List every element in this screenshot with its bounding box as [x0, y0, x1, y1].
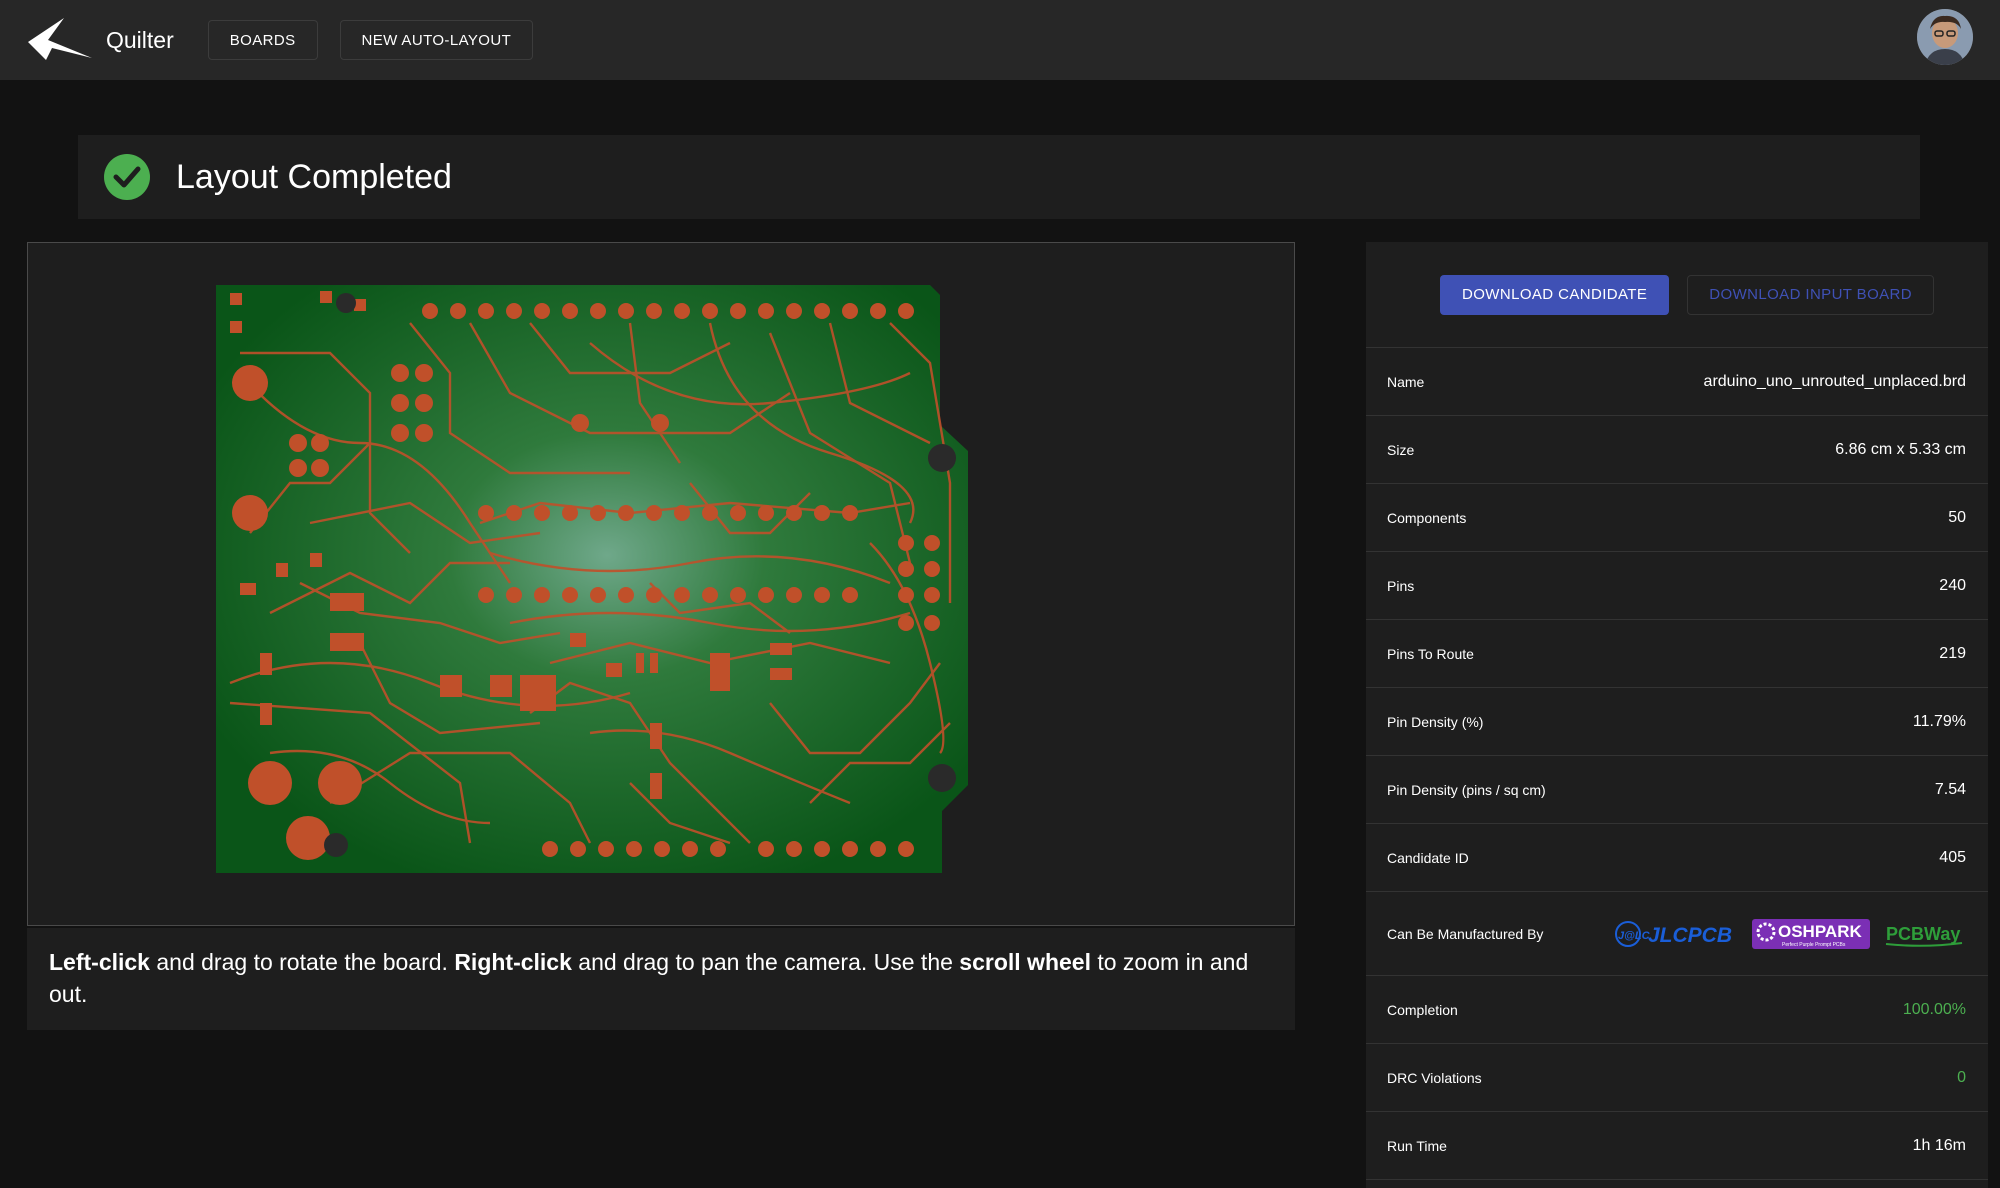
download-candidate-button[interactable]: DOWNLOAD CANDIDATE	[1439, 274, 1670, 315]
detail-label: Pin Density (pins / sq cm)	[1387, 781, 1546, 798]
check-circle-icon	[104, 154, 150, 200]
svg-text:PCBWay: PCBWay	[1886, 924, 1960, 944]
instruction-text-1: and drag to rotate the board.	[149, 949, 455, 975]
instruction-text-2: and drag to pan the camera. Use the	[571, 949, 960, 975]
oshpark-logo-icon[interactable]: OSHPARK Perfect Purple Prompt PCBs	[1752, 917, 1870, 951]
status-title: Layout Completed	[176, 157, 452, 196]
detail-row-components: Components 50	[1366, 484, 1988, 552]
detail-value: 50	[1948, 508, 1966, 526]
status-banner: Layout Completed	[78, 135, 1920, 219]
detail-label: Pins	[1387, 577, 1415, 594]
candidate-details-panel: DOWNLOAD CANDIDATE DOWNLOAD INPUT BOARD …	[1366, 242, 1988, 1188]
detail-row-candidate-id: Candidate ID 405	[1366, 824, 1988, 892]
detail-value: 240	[1939, 576, 1966, 594]
detail-label: Pin Density (%)	[1387, 713, 1484, 730]
detail-row-pin-density-area: Pin Density (pins / sq cm) 7.54	[1366, 756, 1988, 824]
instruction-right-click: Right-click	[454, 949, 572, 975]
top-app-bar: Quilter BOARDS NEW AUTO-LAYOUT	[0, 0, 2000, 80]
instruction-left-click: Left-click	[49, 949, 150, 975]
instruction-scroll-wheel: scroll wheel	[959, 949, 1091, 975]
detail-label: Size	[1387, 441, 1415, 458]
pcbway-logo-icon[interactable]: PCBWay	[1884, 919, 1966, 949]
pcb-board-render[interactable]	[210, 283, 1000, 883]
new-auto-layout-button[interactable]: NEW AUTO-LAYOUT	[339, 20, 534, 60]
jlcpcb-logo-icon[interactable]: J@LC JLCPCB	[1612, 919, 1740, 949]
board-3d-viewer[interactable]	[27, 242, 1295, 926]
detail-label: Pins To Route	[1387, 645, 1474, 662]
detail-label: Can Be Manufactured By	[1387, 925, 1544, 942]
drc-violations-value: 0	[1957, 1068, 1966, 1086]
quilter-logo-icon[interactable]	[26, 17, 94, 63]
detail-value: arduino_uno_unrouted_unplaced.brd	[1703, 372, 1966, 390]
completion-value: 100.00%	[1902, 1000, 1966, 1018]
download-actions: DOWNLOAD CANDIDATE DOWNLOAD INPUT BOARD	[1366, 242, 1988, 348]
detail-value: 6.86 cm x 5.33 cm	[1835, 440, 1966, 458]
detail-value: 11.79%	[1912, 712, 1966, 730]
detail-label: Candidate ID	[1387, 849, 1469, 866]
result-row-run-time: Run Time 1h 16m	[1366, 1112, 1988, 1180]
user-avatar[interactable]	[1917, 9, 1973, 65]
viewer-instructions: Left-click and drag to rotate the board.…	[27, 928, 1295, 1030]
svg-text:J@LC: J@LC	[1618, 930, 1651, 942]
boards-button[interactable]: BOARDS	[207, 20, 318, 60]
result-row-drc-violations: DRC Violations 0	[1366, 1044, 1988, 1112]
detail-value: 1h 16m	[1912, 1136, 1966, 1154]
manufacturer-logos: J@LC JLCPCB OSHPARK Perfect Purple Promp…	[1612, 917, 1966, 951]
detail-value: 7.54	[1934, 780, 1966, 798]
detail-label: DRC Violations	[1387, 1069, 1482, 1086]
detail-row-pin-density-percent: Pin Density (%) 11.79%	[1366, 688, 1988, 756]
detail-value: 219	[1939, 644, 1966, 662]
svg-text:Perfect Purple Prompt PCBs: Perfect Purple Prompt PCBs	[1782, 942, 1846, 948]
detail-row-size: Size 6.86 cm x 5.33 cm	[1366, 416, 1988, 484]
result-row-completion: Completion 100.00%	[1366, 976, 1988, 1044]
detail-value: 405	[1939, 848, 1966, 866]
detail-row-name: Name arduino_uno_unrouted_unplaced.brd	[1366, 348, 1988, 416]
detail-label: Name	[1387, 373, 1425, 390]
detail-label: Components	[1387, 509, 1467, 526]
brand-name[interactable]: Quilter	[106, 27, 174, 54]
svg-text:JLCPCB: JLCPCB	[1648, 924, 1732, 947]
detail-row-manufacturers: Can Be Manufactured By J@LC JLCPCB OSHPA…	[1366, 892, 1988, 976]
detail-label: Run Time	[1387, 1137, 1447, 1154]
download-input-board-button[interactable]: DOWNLOAD INPUT BOARD	[1687, 274, 1935, 315]
svg-text:OSHPARK: OSHPARK	[1778, 922, 1862, 941]
detail-row-pins: Pins 240	[1366, 552, 1988, 620]
detail-label: Completion	[1387, 1001, 1458, 1018]
detail-row-pins-to-route: Pins To Route 219	[1366, 620, 1988, 688]
